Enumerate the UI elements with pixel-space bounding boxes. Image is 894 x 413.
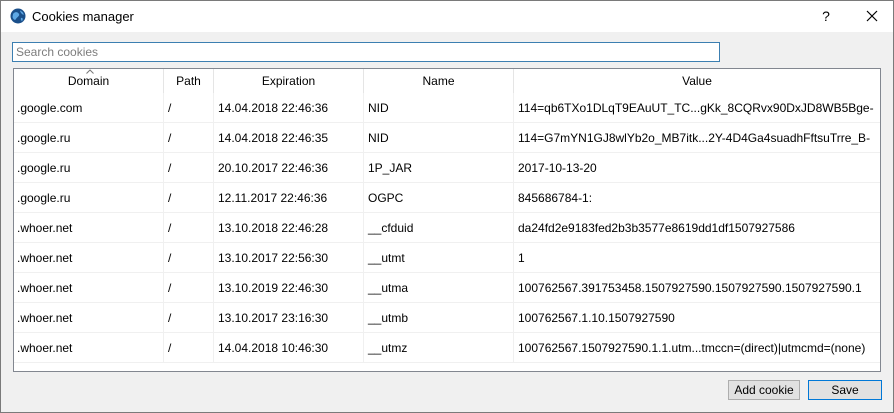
cell-path: / (164, 213, 214, 243)
table-row[interactable]: .whoer.net / 13.10.2017 23:16:30 __utmb … (14, 303, 880, 333)
cell-name: OGPC (364, 183, 514, 213)
cell-value: 2017-10-13-20 (518, 161, 597, 175)
cell-name: __utma (364, 273, 514, 303)
search-input[interactable] (13, 43, 719, 61)
cell-name: __utmt (364, 243, 514, 273)
cell-path: / (164, 183, 214, 213)
cell-expiration: 13.10.2017 22:56:30 (214, 243, 364, 273)
cell-domain: .google.ru (14, 153, 164, 183)
cell-path: / (164, 123, 214, 153)
cell-expiration: 14.04.2018 22:46:35 (214, 123, 364, 153)
cell-expiration: 13.10.2017 23:16:30 (214, 303, 364, 333)
cell-value: 1 (518, 251, 525, 265)
cell-name: 1P_JAR (364, 153, 514, 183)
cell-domain: .whoer.net (14, 243, 164, 273)
cell-domain: .whoer.net (14, 213, 164, 243)
column-header-domain-label: Domain (67, 74, 110, 88)
cell-domain: .whoer.net (14, 333, 164, 363)
cell-value: 100762567.1.10.1507927590 (518, 311, 675, 325)
cell-name: __utmb (364, 303, 514, 333)
cell-expiration: 13.10.2019 22:46:30 (214, 273, 364, 303)
close-button[interactable] (853, 5, 891, 27)
cell-domain: .google.com (14, 93, 164, 123)
cell-expiration: 20.10.2017 22:46:36 (214, 153, 364, 183)
search-box (12, 42, 720, 62)
cell-name: NID (364, 93, 514, 123)
cell-path: / (164, 273, 214, 303)
table-row[interactable]: .whoer.net / 13.10.2018 22:46:28 __cfdui… (14, 213, 880, 243)
cell-path: / (164, 93, 214, 123)
help-button[interactable]: ? (807, 5, 845, 27)
title-bar: Cookies manager ? (1, 1, 893, 32)
column-header-path[interactable]: Path (164, 69, 214, 93)
cell-value: 845686784-1: (518, 191, 593, 205)
cell-path: / (164, 153, 214, 183)
cookies-manager-window: Cookies manager ? Domain Path Expiration… (0, 0, 894, 413)
column-header-name[interactable]: Name (364, 69, 514, 93)
table-row[interactable]: .whoer.net / 13.10.2019 22:46:30 __utma … (14, 273, 880, 303)
cookies-table: Domain Path Expiration Name Value .googl… (13, 68, 881, 372)
cell-name: __utmz (364, 333, 514, 363)
table-row[interactable]: .whoer.net / 14.04.2018 10:46:30 __utmz … (14, 333, 880, 363)
table-header: Domain Path Expiration Name Value (14, 69, 880, 93)
cell-name: __cfduid (364, 213, 514, 243)
cell-domain: .whoer.net (14, 273, 164, 303)
save-button[interactable]: Save (808, 380, 882, 400)
cell-expiration: 14.04.2018 22:46:36 (214, 93, 364, 123)
cell-expiration: 13.10.2018 22:46:28 (214, 213, 364, 243)
add-cookie-button[interactable]: Add cookie (728, 380, 800, 400)
close-icon (866, 10, 878, 22)
cell-path: / (164, 333, 214, 363)
table-row[interactable]: .whoer.net / 13.10.2017 22:56:30 __utmt … (14, 243, 880, 273)
cell-value: 114=qb6TXo1DLqT9EAuUT_TC...gKk_8CQRvx90D… (518, 101, 874, 115)
cell-expiration: 12.11.2017 22:46:36 (214, 183, 364, 213)
cell-domain: .whoer.net (14, 303, 164, 333)
table-row[interactable]: .google.com / 14.04.2018 22:46:36 NID 11… (14, 93, 880, 123)
cell-value: 100762567.1507927590.1.1.utm...tmccn=(di… (518, 341, 866, 355)
cell-value: da24fd2e9183fed2b3b3577e8619dd1df1507927… (518, 221, 795, 235)
column-header-value[interactable]: Value (514, 69, 880, 93)
column-header-domain[interactable]: Domain (14, 69, 164, 93)
table-row[interactable]: .google.ru / 14.04.2018 22:46:35 NID 114… (14, 123, 880, 153)
cell-expiration: 14.04.2018 10:46:30 (214, 333, 364, 363)
window-title: Cookies manager (32, 9, 134, 24)
table-row[interactable]: .google.ru / 20.10.2017 22:46:36 1P_JAR … (14, 153, 880, 183)
cell-path: / (164, 243, 214, 273)
globe-icon (10, 8, 26, 24)
cell-path: / (164, 303, 214, 333)
cell-value: 114=G7mYN1GJ8wlYb2o_MB7itk...2Y-4D4Ga4su… (518, 131, 871, 145)
table-row[interactable]: .google.ru / 12.11.2017 22:46:36 OGPC 84… (14, 183, 880, 213)
cell-domain: .google.ru (14, 183, 164, 213)
table-body: .google.com / 14.04.2018 22:46:36 NID 11… (14, 93, 880, 363)
column-header-expiration[interactable]: Expiration (214, 69, 364, 93)
cell-name: NID (364, 123, 514, 153)
sort-ascending-icon (86, 69, 94, 74)
cell-value: 100762567.391753458.1507927590.150792759… (518, 281, 862, 295)
cell-domain: .google.ru (14, 123, 164, 153)
